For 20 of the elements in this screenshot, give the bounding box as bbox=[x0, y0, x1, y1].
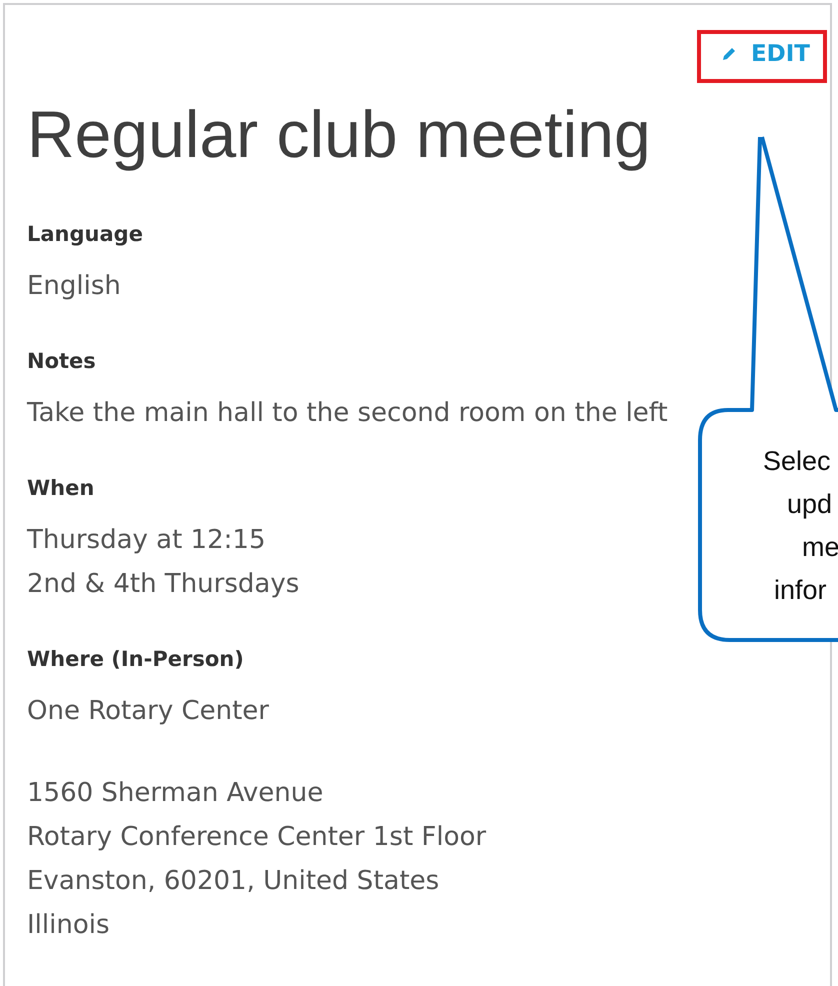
page-title: Regular club meeting bbox=[27, 99, 651, 169]
callout-text: Selec bbox=[763, 445, 831, 478]
field-label: Language bbox=[27, 221, 143, 248]
field-value: English bbox=[27, 270, 121, 303]
field-value: Thursday at 12:15 bbox=[27, 524, 266, 557]
callout-text: infor bbox=[774, 574, 827, 607]
field-value: Illinois bbox=[27, 909, 110, 942]
field-value: One Rotary Center bbox=[27, 695, 269, 728]
field-label: Notes bbox=[27, 348, 96, 375]
field-value: 2nd & 4th Thursdays bbox=[27, 568, 300, 601]
field-value: Evanston, 60201, United States bbox=[27, 865, 440, 898]
field-value: 1560 Sherman Avenue bbox=[27, 777, 324, 810]
field-label: Where (In-Person) bbox=[27, 646, 244, 673]
pencil-icon bbox=[720, 46, 737, 62]
field-label: When bbox=[27, 475, 94, 502]
field-value: Take the main hall to the second room on the left bbox=[27, 397, 668, 430]
edit-button[interactable]: EDIT bbox=[714, 35, 816, 73]
callout-text: me bbox=[802, 531, 838, 564]
callout-text: upd bbox=[787, 488, 832, 521]
field-value: Rotary Conference Center 1st Floor bbox=[27, 821, 486, 854]
